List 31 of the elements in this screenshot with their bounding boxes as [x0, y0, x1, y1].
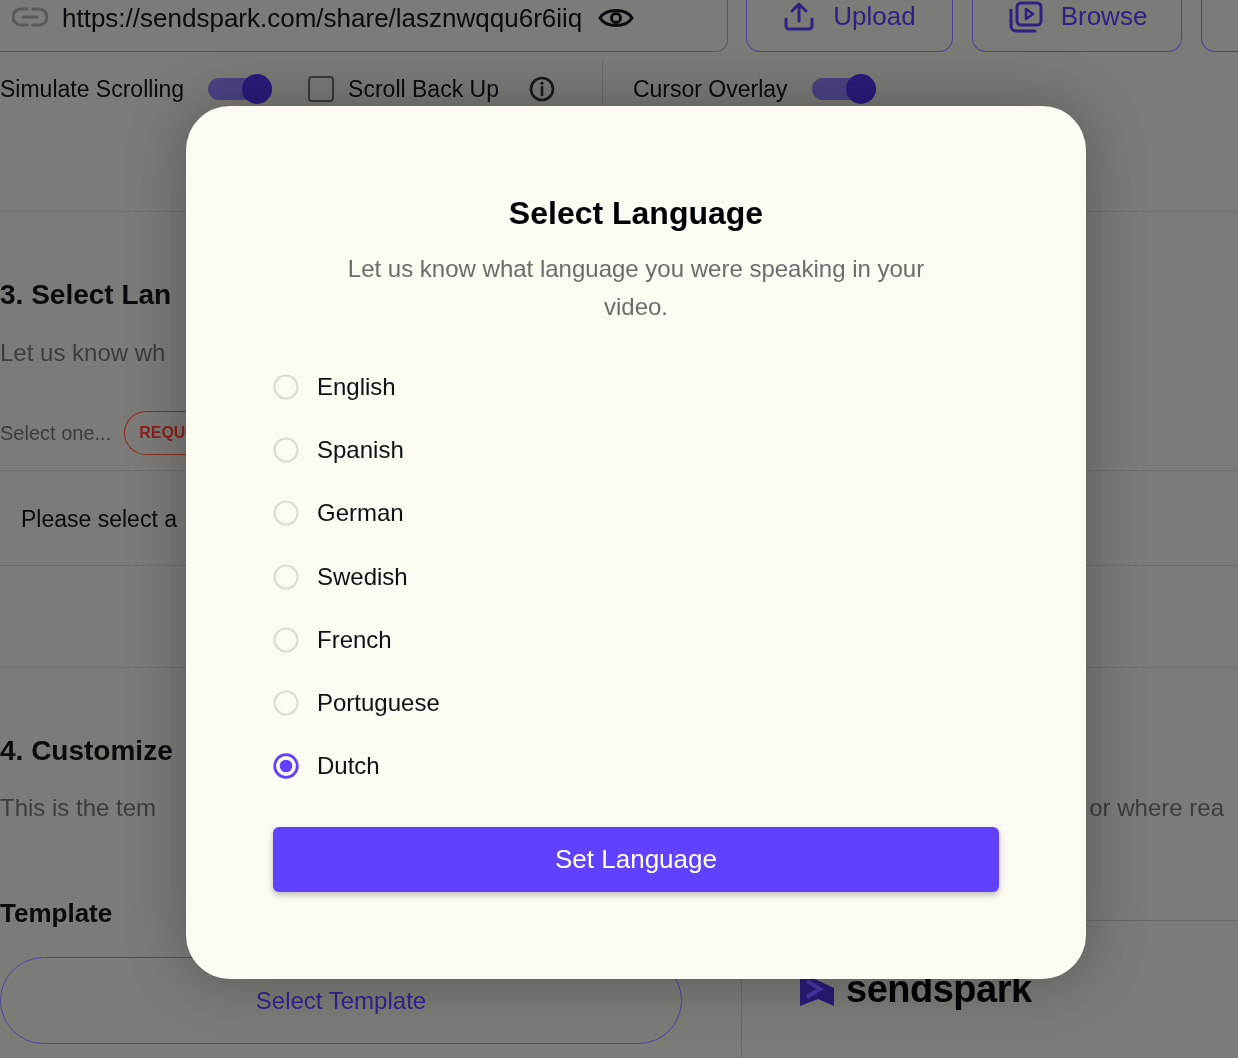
section-description: Let us know wh [0, 338, 166, 368]
info-icon[interactable] [528, 76, 555, 102]
language-option[interactable]: Swedish [273, 544, 408, 609]
option-label: Cursor Overlay [632, 75, 788, 103]
section-description: This is the tem [0, 793, 157, 823]
option-label: Simulate Scrolling [0, 75, 185, 103]
dialog-subtitle: Let us know what language you were speaking in your video. [346, 254, 926, 322]
url-field[interactable]: https://sendspark.com/share/lasznwqqu6r6iiq [0, 0, 728, 52]
language-option[interactable]: French [273, 608, 392, 672]
language-option[interactable]: Portuguese [273, 671, 440, 735]
dialog-title: Select Language [507, 194, 765, 233]
language-option[interactable]: Spanish [273, 418, 404, 482]
option-label: Scroll Back Up [348, 75, 499, 103]
toolbar-button[interactable] [1201, 0, 1238, 52]
set-language-button[interactable]: Set Language [273, 827, 999, 893]
language-option[interactable]: Dutch [273, 734, 380, 799]
eye-icon[interactable] [598, 6, 635, 30]
radio-button[interactable] [273, 753, 299, 780]
checkbox[interactable] [308, 76, 335, 102]
upload-icon [783, 1, 816, 31]
notice-text: Please select a [20, 505, 177, 534]
language-option[interactable]: German [273, 481, 404, 545]
link-icon [12, 7, 48, 27]
section-description: or where rea [1089, 793, 1224, 823]
section-heading: 3. Select Lan [0, 278, 172, 312]
template-label: Template [0, 897, 113, 929]
logo-wordmark: sendspark [846, 969, 1032, 1009]
toggle-switch[interactable] [811, 74, 876, 104]
language-option[interactable]: English [273, 355, 396, 419]
toggle-switch[interactable] [208, 74, 273, 104]
section-heading: 4. Customize [0, 734, 173, 768]
